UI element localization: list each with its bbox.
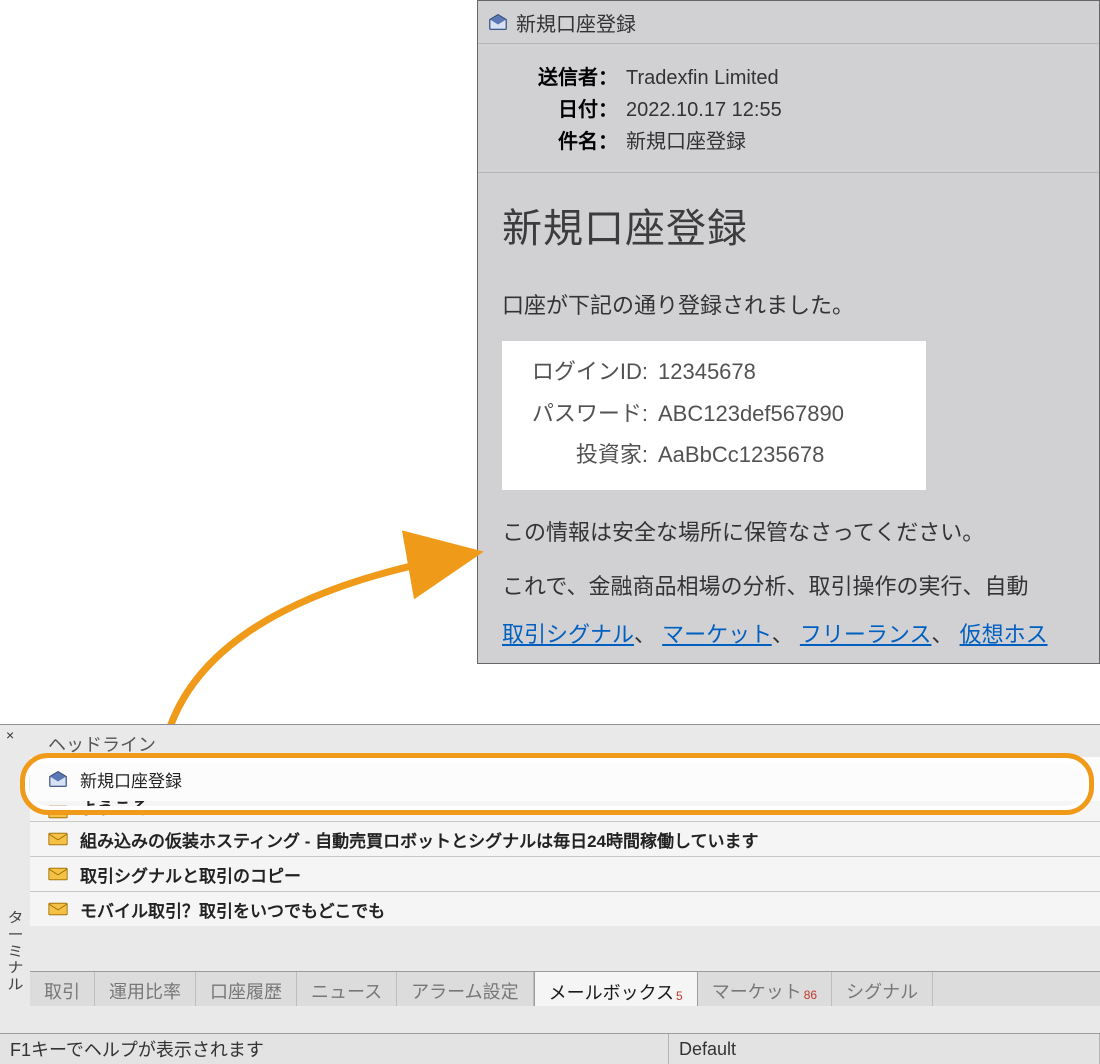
tab-history[interactable]: 口座履歴 (196, 972, 297, 1006)
mail-list-item[interactable]: ようこそ (30, 801, 1100, 821)
credentials-box: ログインID: 12345678 パスワード: ABC123def567890 … (502, 341, 926, 490)
mail-closed-icon (48, 902, 68, 916)
tab-news[interactable]: ニュース (297, 972, 397, 1006)
mail-meta: 送信者： Tradexfin Limited 日付： 2022.10.17 12… (478, 44, 1099, 173)
date-value: 2022.10.17 12:55 (626, 94, 1079, 126)
mail-body-heading: 新規口座登録 (502, 191, 1079, 267)
market-badge: 86 (804, 988, 817, 1002)
mail-closed-icon (48, 832, 68, 846)
login-id-label: ログインID: (518, 351, 648, 393)
mail-item-label: 組み込みの仮装ホスティング - 自動売買ロボットとシグナルは毎日24時間稼働して… (80, 827, 759, 852)
mail-popup-title: 新規口座登録 (516, 8, 636, 37)
terminal-vertical-tab[interactable]: ターミナル (4, 911, 26, 995)
mail-item-label: ようこそ (80, 801, 148, 819)
mail-content-popup: 新規口座登録 送信者： Tradexfin Limited 日付： 2022.1… (477, 0, 1100, 664)
status-profile: Default (669, 1034, 1100, 1064)
tab-market[interactable]: マーケット86 (698, 972, 832, 1006)
mail-item-label: 新規口座登録 (80, 767, 182, 792)
tab-signals[interactable]: シグナル (832, 972, 933, 1006)
tab-alerts[interactable]: アラーム設定 (397, 972, 533, 1006)
tab-trade[interactable]: 取引 (30, 972, 95, 1006)
mail-body: 新規口座登録 口座が下記の通り登録されました。 ログインID: 12345678… (478, 173, 1099, 664)
subject-label: 件名： (498, 126, 618, 158)
login-id-value: 12345678 (658, 351, 756, 393)
investor-label: 投資家: (518, 434, 648, 476)
mail-list-item[interactable]: 新規口座登録 (30, 757, 1100, 801)
mail-closed-icon (48, 867, 68, 881)
mail-body-note2: これで、金融商品相場の分析、取引操作の実行、自動 (502, 566, 1079, 608)
terminal-panel: × ヘッドライン ターミナル 新規口座登録 ようこそ 組み込みの仮装 (0, 724, 1100, 1064)
mail-closed-icon (48, 805, 68, 819)
mail-list-item[interactable]: 取引シグナルと取引のコピー (30, 856, 1100, 891)
investor-value: AaBbCc1235678 (658, 434, 824, 476)
tab-exposure[interactable]: 運用比率 (95, 972, 196, 1006)
subject-value: 新規口座登録 (626, 126, 1079, 158)
mail-body-intro: 口座が下記の通り登録されました。 (502, 285, 1079, 327)
mail-list-item[interactable]: 組み込みの仮装ホスティング - 自動売買ロボットとシグナルは毎日24時間稼働して… (30, 821, 1100, 856)
mail-list: 新規口座登録 ようこそ 組み込みの仮装ホスティング - 自動売買ロボットとシグナ… (30, 757, 1100, 926)
status-bar: F1キーでヘルプが表示されます Default (0, 1033, 1100, 1064)
status-help-text: F1キーでヘルプが表示されます (0, 1034, 669, 1064)
terminal-tabbar: 取引 運用比率 口座履歴 ニュース アラーム設定 メールボックス5 マーケット8… (30, 971, 1100, 1006)
panel-close-button[interactable]: × (6, 727, 14, 743)
sender-label: 送信者： (498, 62, 618, 94)
password-value: ABC123def567890 (658, 393, 844, 435)
mail-body-links: 取引シグナル、 マーケット、 フリーランス、 仮想ホス (502, 614, 1079, 656)
mail-open-icon (48, 769, 68, 789)
mail-body-note1: この情報は安全な場所に保管なさってください。 (502, 512, 1079, 554)
mail-item-label: モバイル取引？取引をいつでもどこでも (80, 897, 385, 922)
password-label: パスワード: (518, 393, 648, 435)
headline-column-header: ヘッドライン (48, 731, 156, 757)
date-label: 日付： (498, 94, 618, 126)
tab-mailbox[interactable]: メールボックス5 (534, 971, 698, 1006)
mail-list-item[interactable]: モバイル取引？取引をいつでもどこでも (30, 891, 1100, 926)
link-signal[interactable]: 取引シグナル (502, 622, 634, 647)
mail-open-icon (488, 12, 508, 32)
link-freelance[interactable]: フリーランス (800, 622, 932, 647)
link-virtual-host[interactable]: 仮想ホス (960, 622, 1048, 647)
sender-value: Tradexfin Limited (626, 62, 1079, 94)
link-market[interactable]: マーケット (662, 622, 772, 647)
mail-item-label: 取引シグナルと取引のコピー (80, 862, 301, 887)
mailbox-badge: 5 (676, 989, 683, 1003)
mail-popup-header: 新規口座登録 (478, 1, 1099, 44)
